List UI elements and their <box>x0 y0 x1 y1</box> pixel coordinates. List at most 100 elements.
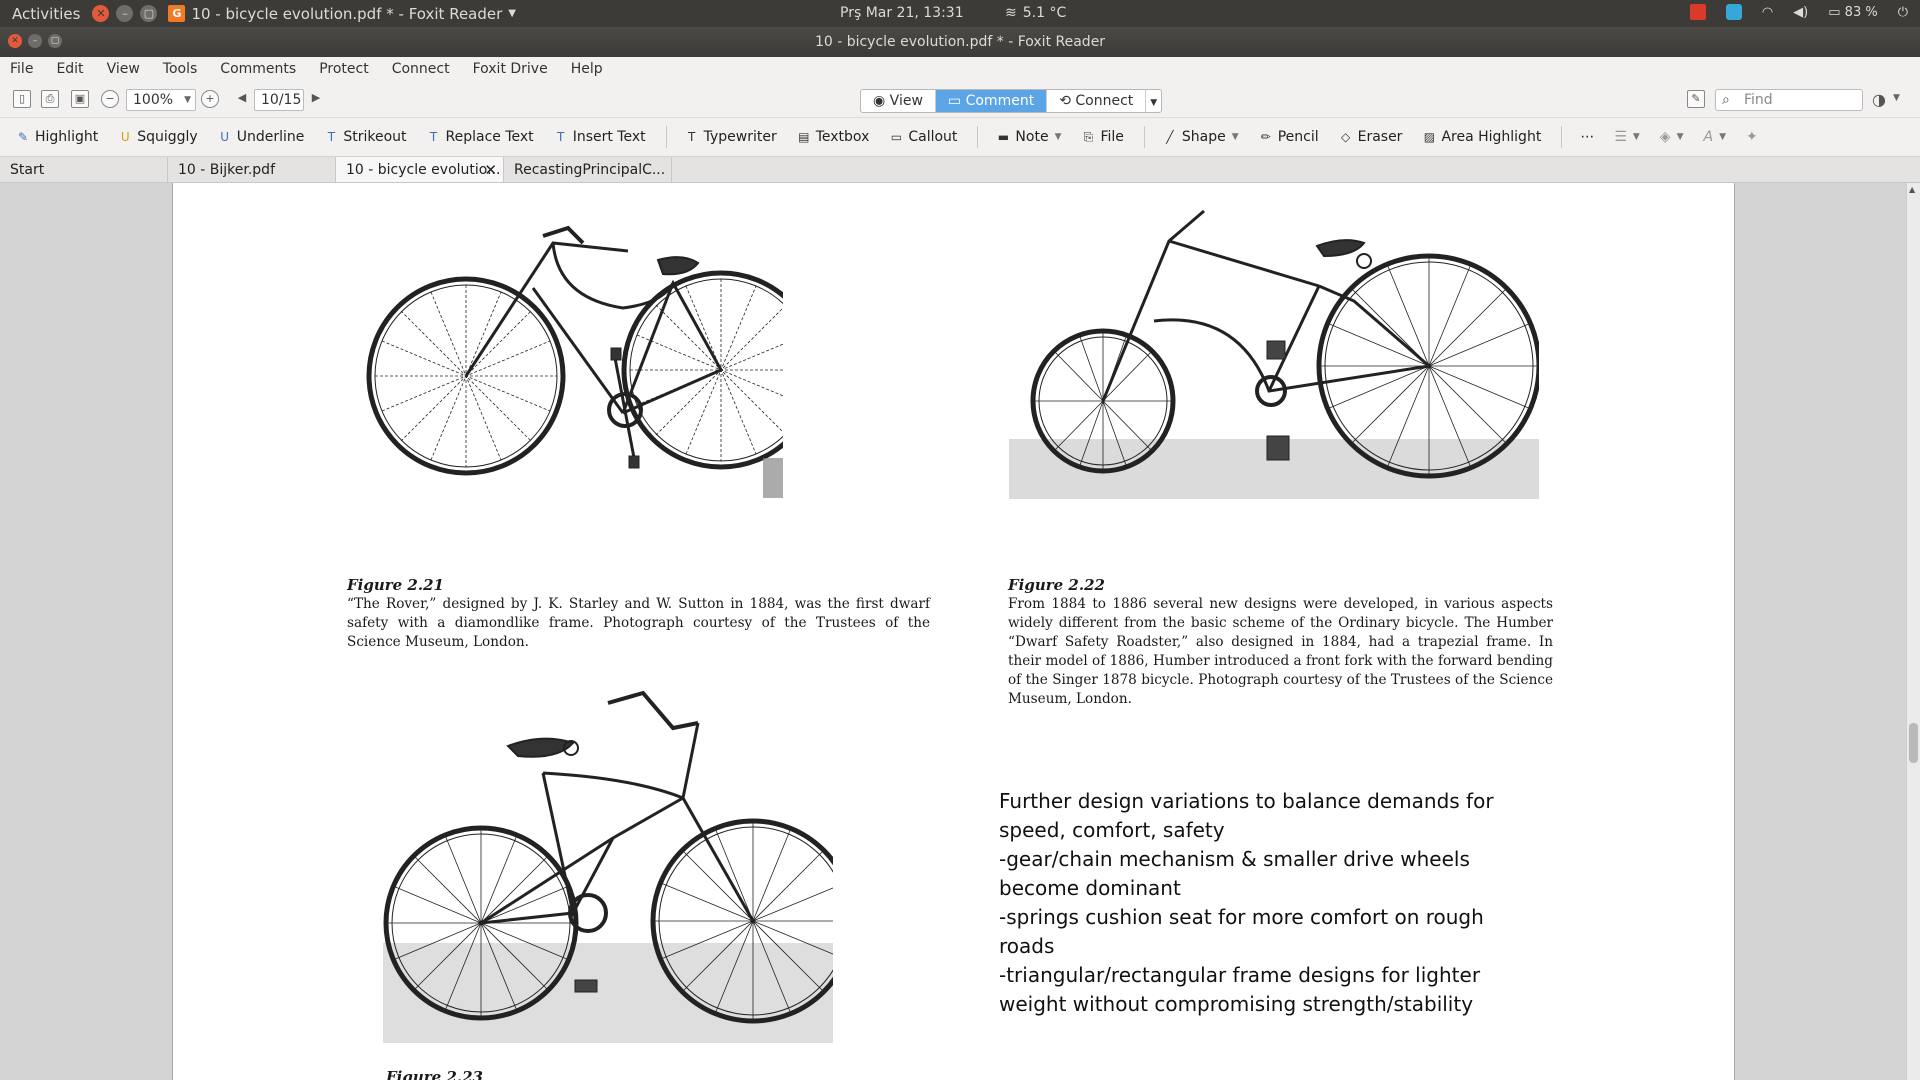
chevron-down-icon: ▼ <box>1719 132 1726 142</box>
close-tab-icon[interactable]: ✕ <box>484 157 497 182</box>
document-viewport[interactable]: Figure 2.21 “The Rover,” designed by J. … <box>0 183 1920 1080</box>
eraser-tool[interactable]: ◇ Eraser <box>1339 129 1403 145</box>
pencil-tool[interactable]: ✏ Pencil <box>1259 129 1319 145</box>
zoom-value: 100% <box>133 92 174 108</box>
menu-connect[interactable]: Connect <box>388 61 454 77</box>
fill-color-button[interactable]: ◈ ▼ <box>1660 129 1684 145</box>
note-line: Further design variations to balance dem… <box>999 789 1494 842</box>
highlight-tool[interactable]: ✎ Highlight <box>16 129 98 145</box>
chevron-down-icon: ▼ <box>1054 132 1062 142</box>
menu-help[interactable]: Help <box>567 61 607 77</box>
view-mode-button[interactable]: ◉ View <box>861 90 936 112</box>
account-icon[interactable]: ◑ <box>1872 90 1886 109</box>
power-icon[interactable]: ⏻ <box>1898 5 1908 20</box>
menu-view[interactable]: View <box>103 61 144 77</box>
weather-indicator[interactable]: ≋ 5.1 °C <box>1005 5 1066 21</box>
connect-icon: ⟲ <box>1059 93 1076 109</box>
squiggly-tool[interactable]: U Squiggly <box>118 129 198 145</box>
menu-bar: File Edit View Tools Comments Protect Co… <box>0 57 1920 81</box>
area-highlight-icon: ▨ <box>1423 130 1436 144</box>
tab-bicycle-evolution[interactable]: 10 - bicycle evolutio... ✕ <box>336 157 504 182</box>
chevron-down-icon: ▼ <box>1676 132 1684 142</box>
next-page-icon[interactable]: ▶ <box>307 90 325 108</box>
page-number-field[interactable]: 10/15 <box>254 89 304 111</box>
pencil-label: Pencil <box>1277 129 1319 145</box>
note-tool[interactable]: ▬ Note ▼ <box>996 129 1062 145</box>
font-button[interactable]: A ▼ <box>1704 129 1727 145</box>
chevron-down-icon: ▼ <box>508 8 516 19</box>
vertical-scrollbar[interactable]: ▲ <box>1906 183 1920 1080</box>
pin-button[interactable]: ✦ <box>1746 129 1758 145</box>
file-label: File <box>1100 129 1124 145</box>
sidebar-toggle-icon[interactable]: ▯ <box>13 90 31 108</box>
strikeout-icon: T <box>327 130 336 144</box>
foxit-app-icon: G <box>168 5 186 22</box>
typewriter-tool[interactable]: T Typewriter <box>685 129 777 145</box>
line-width-button[interactable]: ☰ ▼ <box>1614 129 1639 145</box>
area-highlight-tool[interactable]: ▨ Area Highlight <box>1422 129 1542 145</box>
insert-text-tool[interactable]: T Insert Text <box>554 129 646 145</box>
chevron-down-icon[interactable]: ▼ <box>1893 93 1900 103</box>
mode-dropdown-button[interactable]: ▼ <box>1146 90 1161 112</box>
tab-bijker[interactable]: 10 - Bijker.pdf <box>168 157 336 182</box>
annotation-notes[interactable]: Further design variations to balance dem… <box>999 787 1539 1019</box>
print-icon[interactable]: ⎙ <box>41 90 59 108</box>
file-tool[interactable]: ⎘ File <box>1081 129 1124 145</box>
zoom-out-icon[interactable]: − <box>101 90 119 108</box>
window-titlebar: ✕ – ▢ 10 - bicycle evolution.pdf * - Fox… <box>0 27 1920 57</box>
chat-app-icon[interactable] <box>1725 4 1742 20</box>
note-line: -gear/chain mechanism & smaller drive wh… <box>999 847 1470 900</box>
zoom-select[interactable]: 100% ▼ <box>126 89 196 111</box>
window-minimize-icon[interactable]: – <box>28 34 42 48</box>
tab-recasting[interactable]: RecastingPrincipalC... <box>504 157 672 182</box>
figure-2-22-text: From 1884 to 1886 several new designs we… <box>1008 596 1553 707</box>
find-input[interactable]: ⌕ Find <box>1715 89 1863 111</box>
replace-text-icon: T <box>429 130 438 144</box>
figure-2-23-label: Figure 2.23 <box>386 1068 483 1080</box>
close-icon[interactable]: ✕ <box>92 5 110 22</box>
menu-edit[interactable]: Edit <box>52 61 87 77</box>
comment-mode-button[interactable]: ▭ Comment <box>935 90 1048 112</box>
notification-icon[interactable] <box>1689 4 1706 20</box>
tab-start[interactable]: Start <box>0 157 168 182</box>
system-top-bar: Activities ✕ – ▢ G 10 - bicycle evolutio… <box>0 0 1920 27</box>
connect-mode-button[interactable]: ⟲ Connect <box>1047 90 1147 112</box>
battery-indicator[interactable]: ▭ 83 % <box>1828 5 1877 20</box>
wifi-icon[interactable]: ◠ <box>1762 5 1773 20</box>
strikeout-tool[interactable]: T Strikeout <box>324 129 407 145</box>
more-tools-button[interactable]: ⋯ <box>1580 129 1594 145</box>
volume-icon[interactable]: ◀) <box>1793 5 1808 20</box>
save-icon[interactable]: ▣ <box>71 90 89 108</box>
window-close-icon[interactable]: ✕ <box>8 34 22 48</box>
pdf-page[interactable]: Figure 2.21 “The Rover,” designed by J. … <box>172 183 1735 1080</box>
weather-icon: ≋ <box>1005 5 1017 21</box>
figure-2-23-image <box>383 690 833 1043</box>
clock[interactable]: Prş Mar 21, 13:31 <box>840 5 964 21</box>
callout-tool[interactable]: ▭ Callout <box>889 129 958 145</box>
pen-sign-icon[interactable]: ✎ <box>1687 90 1705 108</box>
minimize-icon[interactable]: – <box>116 5 134 22</box>
app-indicator[interactable]: G 10 - bicycle evolution.pdf * - Foxit R… <box>168 5 516 23</box>
underline-tool[interactable]: U Underline <box>218 129 304 145</box>
squiggly-icon: U <box>120 130 130 144</box>
chevron-down-icon: ▼ <box>1150 98 1158 108</box>
zoom-in-icon[interactable]: + <box>201 90 219 108</box>
menu-protect[interactable]: Protect <box>315 61 373 77</box>
menu-comments[interactable]: Comments <box>216 61 300 77</box>
maximize-icon[interactable]: ▢ <box>140 5 158 22</box>
textbox-tool[interactable]: ▤ Textbox <box>797 129 869 145</box>
window-maximize-icon[interactable]: ▢ <box>48 34 62 48</box>
scrollbar-thumb[interactable] <box>1909 723 1918 763</box>
menu-foxit-drive[interactable]: Foxit Drive <box>469 61 552 77</box>
eraser-label: Eraser <box>1357 129 1403 145</box>
previous-page-icon[interactable]: ◀ <box>233 90 251 108</box>
shape-tool[interactable]: ╱ Shape ▼ <box>1163 129 1238 145</box>
menu-file[interactable]: File <box>6 61 37 77</box>
callout-label: Callout <box>908 129 958 145</box>
replace-text-tool[interactable]: T Replace Text <box>427 129 534 145</box>
figure-2-21-label: Figure 2.21 <box>347 576 444 594</box>
scroll-up-icon[interactable]: ▲ <box>1909 185 1915 194</box>
menu-tools[interactable]: Tools <box>159 61 202 77</box>
battery-icon: ▭ <box>1828 4 1841 20</box>
activities-button[interactable]: Activities <box>0 5 92 23</box>
